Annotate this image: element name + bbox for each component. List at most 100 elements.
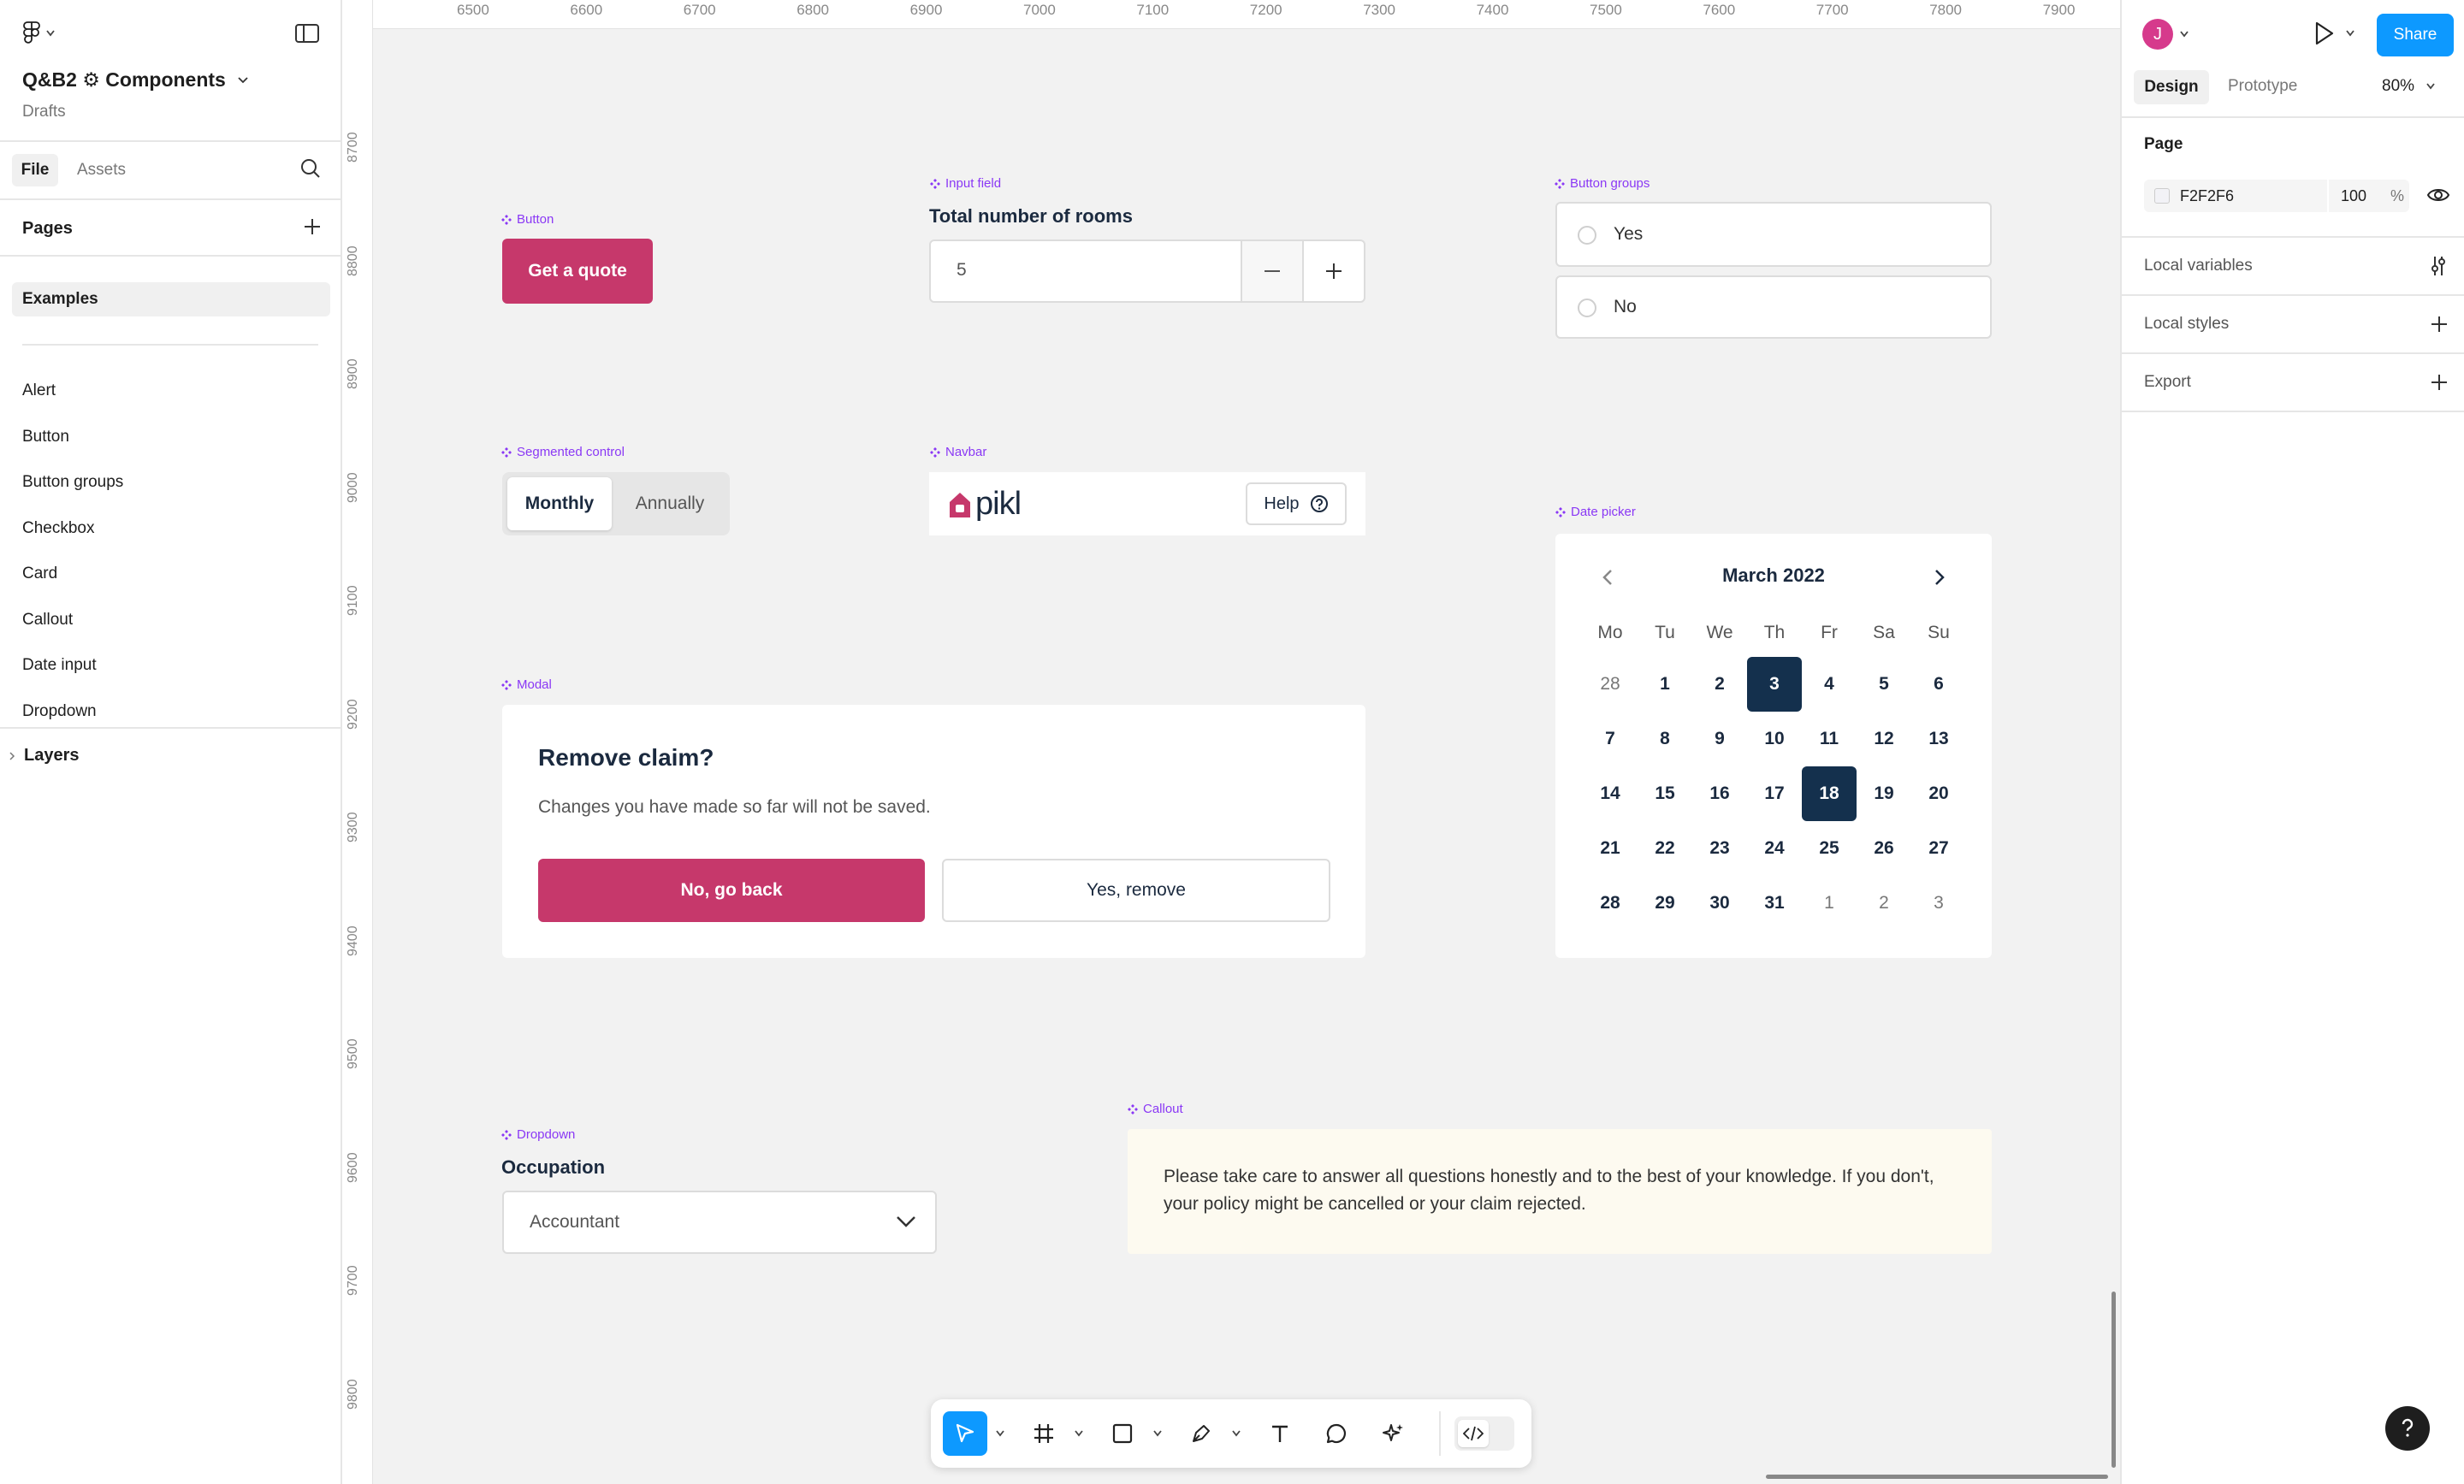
page-item-checkbox[interactable]: Checkbox	[22, 519, 95, 538]
occupation-select[interactable]: Accountant	[502, 1191, 937, 1254]
calendar-day[interactable]: 14	[1583, 766, 1638, 821]
calendar-day[interactable]: 18	[1802, 766, 1857, 821]
chevron-down-icon[interactable]	[1232, 1430, 1241, 1437]
page-item-callout[interactable]: Callout	[22, 611, 73, 630]
calendar-day[interactable]: 3	[1911, 876, 1966, 931]
local-styles-row[interactable]: Local styles	[2122, 296, 2464, 352]
page-item-date-input[interactable]: Date input	[22, 656, 97, 675]
radio-circle[interactable]	[1578, 299, 1596, 317]
calendar-day[interactable]: 7	[1583, 712, 1638, 766]
calendar-day[interactable]: 8	[1638, 712, 1692, 766]
calendar-day[interactable]: 25	[1802, 821, 1857, 876]
radio-option-yes[interactable]: Yes	[1555, 202, 1992, 267]
decrement-button[interactable]	[1241, 241, 1302, 301]
page-item-button[interactable]: Button	[22, 428, 69, 446]
calendar-day[interactable]: 20	[1911, 766, 1966, 821]
calendar-day[interactable]: 28	[1583, 876, 1638, 931]
rectangle-tool-button[interactable]	[1100, 1411, 1145, 1456]
calendar-day[interactable]: 11	[1802, 712, 1857, 766]
share-button[interactable]: Share	[2377, 14, 2454, 56]
calendar-day[interactable]: 30	[1692, 876, 1747, 931]
present-button[interactable]	[2313, 21, 2354, 46]
help-button[interactable]: Help	[1246, 482, 1347, 525]
horizontal-scrollbar[interactable]	[1766, 1475, 2108, 1479]
export-row[interactable]: Export	[2122, 354, 2464, 411]
layers-section[interactable]: Layers	[9, 746, 80, 766]
calendar-day[interactable]: 23	[1692, 821, 1747, 876]
segment-monthly[interactable]: Monthly	[507, 477, 612, 530]
next-month-button[interactable]	[1927, 565, 1952, 590]
page-item-card[interactable]: Card	[22, 565, 57, 583]
calendar-day[interactable]: 31	[1747, 876, 1802, 931]
page-item-alert[interactable]: Alert	[22, 381, 56, 400]
yes-remove-button[interactable]: Yes, remove	[942, 859, 1330, 922]
toggle-visibility-button[interactable]	[2426, 185, 2450, 205]
file-name-dropdown[interactable]: Q&B2 ⚙ Components	[22, 68, 248, 92]
radio-option-no[interactable]: No	[1555, 275, 1992, 339]
chevron-down-icon[interactable]	[1075, 1430, 1083, 1437]
move-tool-button[interactable]	[943, 1411, 987, 1456]
text-tool-button[interactable]	[1258, 1411, 1302, 1456]
add-page-button[interactable]	[303, 217, 322, 236]
calendar-day[interactable]: 15	[1638, 766, 1692, 821]
color-swatch[interactable]	[2154, 188, 2170, 204]
ai-tools-button[interactable]	[1371, 1411, 1415, 1456]
calendar-day[interactable]: 12	[1857, 712, 1911, 766]
calendar-day[interactable]: 22	[1638, 821, 1692, 876]
calendar-day[interactable]: 26	[1857, 821, 1911, 876]
calendar-day[interactable]: 1	[1802, 876, 1857, 931]
page-item-current[interactable]: Examples	[12, 282, 330, 316]
main-menu-button[interactable]	[22, 21, 55, 46]
tab-assets[interactable]: Assets	[77, 161, 126, 180]
radio-circle[interactable]	[1578, 226, 1596, 245]
toggle-sidebar-button[interactable]	[294, 22, 320, 44]
frame-tool-button[interactable]	[1022, 1411, 1066, 1456]
chevron-down-icon[interactable]	[996, 1430, 1004, 1437]
dev-mode-toggle[interactable]	[1454, 1416, 1514, 1451]
calendar-day[interactable]: 2	[1857, 876, 1911, 931]
user-avatar[interactable]: J	[2142, 19, 2189, 50]
calendar-day[interactable]: 1	[1638, 657, 1692, 712]
get-a-quote-button[interactable]: Get a quote	[502, 239, 653, 304]
no-go-back-button[interactable]: No, go back	[538, 859, 925, 922]
calendar-day[interactable]: 5	[1857, 657, 1911, 712]
opacity-value[interactable]: 100	[2341, 187, 2366, 205]
local-variables-row[interactable]: Local variables	[2122, 238, 2464, 294]
file-location[interactable]: Drafts	[22, 103, 66, 121]
segment-annually[interactable]: Annually	[615, 477, 725, 530]
zoom-dropdown[interactable]: 80%	[2382, 77, 2435, 96]
chevron-down-icon[interactable]	[1153, 1430, 1162, 1437]
calendar-day[interactable]: 3	[1747, 657, 1802, 712]
calendar-day[interactable]: 21	[1583, 821, 1638, 876]
page-item-button-groups[interactable]: Button groups	[22, 473, 123, 492]
search-button[interactable]	[299, 157, 322, 180]
help-button[interactable]	[2385, 1406, 2430, 1451]
tab-design[interactable]: Design	[2134, 70, 2209, 104]
calendar-day[interactable]: 2	[1692, 657, 1747, 712]
canvas[interactable]: 6500 6600 6700 6800 6900 7000 7100 7200 7300 7400…	[342, 0, 2120, 1484]
hex-value[interactable]: F2F2F6	[2180, 187, 2234, 205]
calendar-day[interactable]: 6	[1911, 657, 1966, 712]
calendar-day[interactable]: 4	[1802, 657, 1857, 712]
tab-file[interactable]: File	[12, 154, 58, 186]
page-fill-field[interactable]: F2F2F6 100 %	[2144, 180, 2409, 212]
calendar-day[interactable]: 28	[1583, 657, 1638, 712]
calendar-day[interactable]: 13	[1911, 712, 1966, 766]
comment-tool-button[interactable]	[1314, 1411, 1359, 1456]
increment-button[interactable]	[1302, 241, 1364, 301]
quantity-value[interactable]: 5	[957, 260, 967, 281]
calendar-day[interactable]: 16	[1692, 766, 1747, 821]
calendar-day[interactable]: 29	[1638, 876, 1692, 931]
page-item-dropdown[interactable]: Dropdown	[22, 702, 97, 721]
tab-prototype[interactable]: Prototype	[2228, 77, 2297, 96]
quantity-stepper[interactable]: 5	[929, 239, 1365, 303]
pikl-logo[interactable]: pikl	[948, 486, 1022, 523]
calendar-day[interactable]: 17	[1747, 766, 1802, 821]
calendar-day[interactable]: 27	[1911, 821, 1966, 876]
pen-tool-button[interactable]	[1179, 1411, 1223, 1456]
vertical-scrollbar[interactable]	[2112, 1292, 2116, 1468]
calendar-day[interactable]: 10	[1747, 712, 1802, 766]
calendar-day[interactable]: 9	[1692, 712, 1747, 766]
calendar-day[interactable]: 24	[1747, 821, 1802, 876]
calendar-day[interactable]: 19	[1857, 766, 1911, 821]
